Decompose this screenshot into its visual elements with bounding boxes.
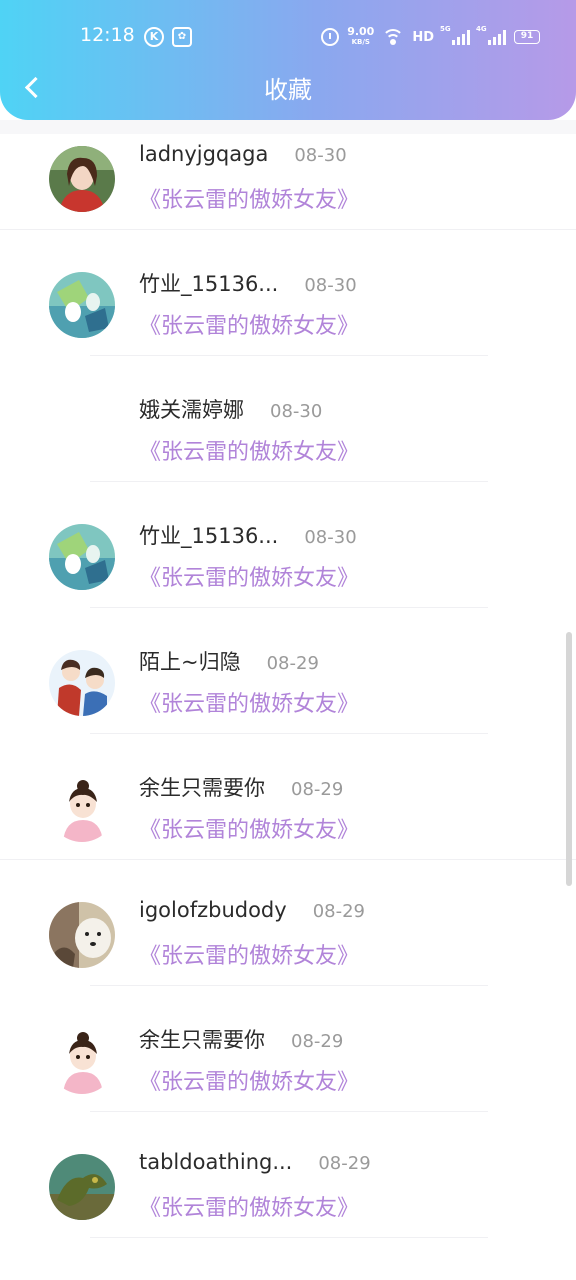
user-name: 竹业_15136... bbox=[139, 272, 279, 296]
book-title-link[interactable]: 《张云雷的傲娇女友》 bbox=[139, 686, 359, 718]
user-name: 余生只需要你 bbox=[139, 1028, 265, 1052]
book-title-link[interactable]: 《张云雷的傲娇女友》 bbox=[139, 308, 359, 340]
avatar[interactable] bbox=[49, 902, 115, 968]
app-header: 12:18 K ✿ 9.00 KB/S HD 5G 4G 91 收藏 bbox=[0, 0, 576, 120]
list-item[interactable]: 娥关濡婷娜 08-30 《张云雷的傲娇女友》 bbox=[0, 386, 576, 512]
list-top-strip bbox=[0, 120, 576, 134]
avatar[interactable] bbox=[49, 524, 115, 590]
book-title-link[interactable]: 《张云雷的傲娇女友》 bbox=[139, 434, 359, 466]
list-item[interactable]: 陌上~归隐 08-29 《张云雷的傲娇女友》 bbox=[0, 638, 576, 764]
list-item[interactable]: 余生只需要你 08-29 《张云雷的傲娇女友》 bbox=[0, 1016, 576, 1142]
divider bbox=[90, 1111, 488, 1112]
avatar[interactable] bbox=[49, 650, 115, 716]
book-title-link[interactable]: 《张云雷的傲娇女友》 bbox=[139, 1190, 359, 1222]
status-bar: 12:18 K ✿ 9.00 KB/S HD 5G 4G 91 bbox=[0, 0, 576, 70]
avatar[interactable] bbox=[49, 1028, 115, 1094]
list-item[interactable]: igolofzbudody 08-29 《张云雷的傲娇女友》 bbox=[0, 890, 576, 1016]
avatar[interactable] bbox=[49, 272, 115, 338]
paw-app-icon: ✿ bbox=[172, 27, 192, 47]
user-name: 余生只需要你 bbox=[139, 776, 265, 800]
list-item[interactable]: ladnyjgqaga 08-30 《张云雷的傲娇女友》 bbox=[0, 134, 576, 260]
book-title-link[interactable]: 《张云雷的傲娇女友》 bbox=[139, 938, 359, 970]
page-title: 收藏 bbox=[264, 76, 312, 104]
divider bbox=[90, 985, 488, 986]
network-speed: 9.00 KB/S bbox=[347, 25, 375, 46]
divider bbox=[0, 859, 576, 860]
list-item[interactable]: tabldoathing... 08-29 《张云雷的傲娇女友》 bbox=[0, 1142, 576, 1268]
user-name: tabldoathing... bbox=[139, 1150, 293, 1174]
item-date: 08-30 bbox=[304, 527, 357, 548]
list-item[interactable]: 竹业_15136... 08-30 《张云雷的傲娇女友》 bbox=[0, 512, 576, 638]
item-date: 08-29 bbox=[312, 901, 365, 922]
book-title-link[interactable]: 《张云雷的傲娇女友》 bbox=[139, 1064, 359, 1096]
signal-4g-icon: 4G bbox=[476, 25, 506, 45]
avatar[interactable] bbox=[49, 1154, 115, 1220]
avatar[interactable] bbox=[49, 776, 115, 842]
signal-5g-icon: 5G bbox=[440, 25, 470, 45]
user-name: igolofzbudody bbox=[139, 898, 287, 922]
list-item[interactable]: 竹业_15136... 08-30 《张云雷的傲娇女友》 bbox=[0, 260, 576, 386]
scrollbar[interactable] bbox=[566, 632, 572, 886]
item-date: 08-30 bbox=[294, 145, 347, 166]
user-name: ladnyjgqaga bbox=[139, 142, 269, 166]
item-date: 08-29 bbox=[291, 1031, 344, 1052]
item-date: 08-30 bbox=[304, 275, 357, 296]
status-indicators: 9.00 KB/S HD 5G 4G 91 bbox=[321, 24, 540, 50]
divider bbox=[90, 733, 488, 734]
avatar[interactable] bbox=[49, 146, 115, 212]
wifi-icon bbox=[382, 29, 405, 45]
item-date: 08-29 bbox=[318, 1153, 371, 1174]
status-time: 12:18 bbox=[80, 24, 135, 46]
item-date: 08-29 bbox=[291, 779, 344, 800]
divider bbox=[90, 481, 488, 482]
divider bbox=[90, 607, 488, 608]
divider bbox=[90, 355, 488, 356]
book-title-link[interactable]: 《张云雷的傲娇女友》 bbox=[139, 560, 359, 592]
item-date: 08-30 bbox=[270, 401, 323, 422]
hd-indicator: HD bbox=[412, 29, 434, 45]
k-app-icon: K bbox=[144, 27, 164, 47]
book-title-link[interactable]: 《张云雷的傲娇女友》 bbox=[139, 812, 359, 844]
divider bbox=[0, 229, 576, 230]
alarm-icon bbox=[321, 28, 340, 46]
item-date: 08-29 bbox=[266, 653, 319, 674]
user-name: 陌上~归隐 bbox=[139, 650, 241, 674]
user-name: 竹业_15136... bbox=[139, 524, 279, 548]
battery-icon: 91 bbox=[514, 30, 540, 44]
book-title-link[interactable]: 《张云雷的傲娇女友》 bbox=[139, 182, 359, 214]
divider bbox=[90, 1237, 488, 1238]
user-name: 娥关濡婷娜 bbox=[139, 398, 244, 422]
list-item[interactable]: 余生只需要你 08-29 《张云雷的傲娇女友》 bbox=[0, 764, 576, 890]
